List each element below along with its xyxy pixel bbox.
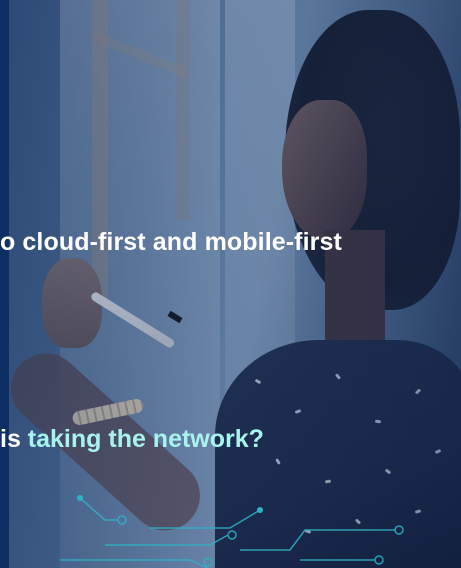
- slide: o cloud-first and mobile-first is taking…: [0, 0, 461, 568]
- circuit-node: [203, 557, 213, 567]
- circuit-line: [240, 529, 395, 551]
- question-text-accent: taking the network?: [27, 425, 264, 453]
- circuit-lines-graphic: [60, 495, 404, 568]
- question-text: is taking the network?: [0, 425, 264, 454]
- circuit-node: [257, 507, 263, 513]
- circuit-line: [79, 497, 118, 521]
- circuit-node: [227, 530, 237, 540]
- left-accent-bar: [0, 0, 9, 568]
- circuit-node: [374, 555, 384, 565]
- circuit-line: [150, 509, 261, 529]
- circuit-line: [105, 534, 229, 546]
- circuit-node: [394, 525, 404, 535]
- circuit-node: [77, 495, 83, 501]
- headline-text: o cloud-first and mobile-first: [0, 228, 342, 256]
- circuit-line: [60, 559, 209, 568]
- question-text-plain: is: [0, 425, 28, 453]
- circuit-node: [117, 515, 127, 525]
